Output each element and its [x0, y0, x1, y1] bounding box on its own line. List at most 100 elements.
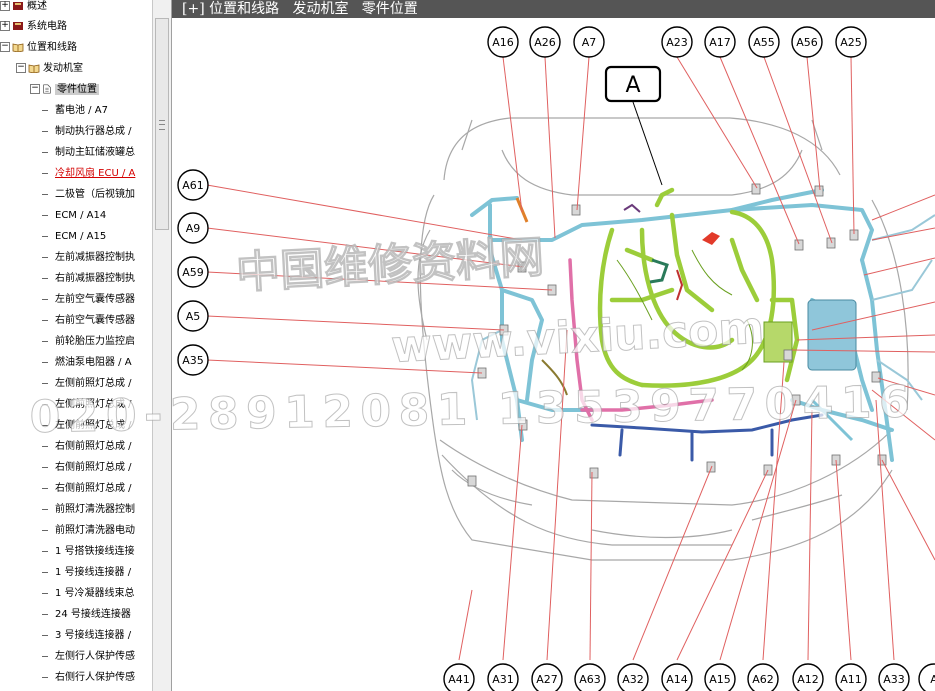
callout-label[interactable]: A7 [573, 26, 605, 58]
tree-item-part-locations[interactable]: − 零件位置 [30, 80, 99, 100]
tree-connector [42, 130, 48, 132]
tree-leaf-item[interactable]: 前轮胎压力监控启 [42, 332, 135, 352]
callout-label[interactable]: A56 [791, 26, 823, 58]
tree-leaf-item[interactable]: 1 号接线连接器 / [42, 563, 131, 583]
tree-leaf-item[interactable]: 左侧前照灯总成 / [42, 374, 132, 394]
callout-text: A31 [492, 673, 514, 686]
tree-leaf-label: 左前减振器控制执 [55, 252, 135, 263]
callout-label[interactable]: A5 [177, 300, 209, 332]
tree-leaf-item[interactable]: 右前空气囊传感器 [42, 311, 135, 331]
callout-label[interactable]: A55 [748, 26, 780, 58]
callout-label[interactable]: A9 [177, 212, 209, 244]
callout-label[interactable]: A17 [704, 26, 736, 58]
tree-leaf-label: 右侧前照灯总成 / [55, 462, 132, 473]
tree-leaf-item[interactable]: 左侧前照灯总成 / [42, 416, 132, 436]
tree-leaf-item[interactable]: 左前空气囊传感器 [42, 290, 135, 310]
callout-label[interactable]: A12 [792, 663, 824, 691]
callout-label[interactable]: A61 [177, 169, 209, 201]
callout-label[interactable]: A14 [661, 663, 693, 691]
tree-leaf-item[interactable]: 3 号接线连接器 / [42, 626, 131, 646]
tree-leaf-item[interactable]: ECM / A15 [42, 227, 106, 247]
tree-connector [42, 298, 48, 300]
tree-leaf-item[interactable]: 右前减振器控制执 [42, 269, 135, 289]
tree-leaf-item[interactable]: 右侧前照灯总成 / [42, 479, 132, 499]
tree-leaf-label: 1 号冷凝器线束总 [55, 588, 135, 599]
tree-connector [42, 382, 48, 384]
tree-leaf-item[interactable]: 24 号接线连接器 [42, 605, 131, 625]
callout-text: A33 [883, 673, 905, 686]
tree-label: 概述 [27, 1, 47, 12]
tree-leaf-item[interactable]: 右侧前照灯总成 / [42, 458, 132, 478]
callout-label[interactable]: A15 [704, 663, 736, 691]
tree-connector [42, 403, 48, 405]
callout-label[interactable]: A16 [487, 26, 519, 58]
tree-leaf-label: 左侧前照灯总成 / [55, 399, 132, 410]
callout-label[interactable]: A27 [531, 663, 563, 691]
tree-leaf-item[interactable]: 左侧前照灯总成 / [42, 395, 132, 415]
tree-connector [42, 109, 48, 111]
tree-item-engine-room[interactable]: − 发动机室 [16, 59, 83, 79]
tree-leaf-item[interactable]: 制动执行器总成 / [42, 122, 132, 142]
callout-text: A59 [182, 266, 204, 279]
callout-text: A27 [536, 673, 558, 686]
tree-leaf-item[interactable]: ECM / A14 [42, 206, 106, 226]
callout-text: A25 [840, 36, 862, 49]
tree-scrollbar[interactable] [152, 0, 172, 691]
callout-text: A26 [534, 36, 556, 49]
callout-label[interactable]: A62 [747, 663, 779, 691]
tree-connector [42, 277, 48, 279]
tree-leaf-label: 3 号接线连接器 / [55, 630, 132, 641]
tree-leaf-item[interactable]: 左前减振器控制执 [42, 248, 135, 268]
callout-label[interactable]: A63 [574, 663, 606, 691]
callout-label[interactable]: A23 [661, 26, 693, 58]
tree-leaf-item[interactable]: 冷却风扇 ECU / A [42, 164, 135, 184]
tree-leaf-item[interactable]: 1 号冷凝器线束总 [42, 584, 135, 604]
tree-leaf-item[interactable]: 二极管（后视镜加 [42, 185, 135, 205]
tree-leaf-item[interactable]: 前照灯清洗器电动 [42, 521, 135, 541]
callout-label[interactable]: A11 [835, 663, 867, 691]
callout-label[interactable]: A59 [177, 256, 209, 288]
callout-label[interactable]: A32 [617, 663, 649, 691]
callout-text: A17 [709, 36, 731, 49]
tree-leaf-item[interactable]: 1 号搭铁接线连接 [42, 542, 135, 562]
tree-leaf-label: 24 号接线连接器 [55, 609, 131, 620]
tree-leaf-label: 燃油泵电阻器 / A [55, 357, 132, 368]
closed-book-icon [13, 2, 23, 10]
scrollbar-thumb[interactable] [155, 18, 169, 230]
collapse-icon[interactable]: − [16, 63, 26, 73]
tree-connector [42, 151, 48, 153]
callout-text: A55 [753, 36, 775, 49]
callout-label[interactable]: A33 [878, 663, 910, 691]
expand-icon[interactable]: + [0, 21, 10, 31]
tree-leaf-label: 右侧行人保护传感 [55, 672, 135, 683]
engine-room-diagram: A A16 A26 A7 A23 A17 A55 A56 A25 A61A9A59A5A35 … [177, 26, 935, 691]
tree-item-location-routing[interactable]: − 位置和线路 [0, 38, 77, 58]
collapse-icon[interactable]: − [30, 84, 40, 94]
callout-label[interactable]: A26 [529, 26, 561, 58]
tree-leaf-item[interactable]: 燃油泵电阻器 / A [42, 353, 132, 373]
callout-label[interactable]: A35 [177, 344, 209, 376]
callout-label[interactable]: A25 [835, 26, 867, 58]
tree-item-overview[interactable]: + 概述 [0, 0, 47, 17]
callout-label[interactable]: A [918, 663, 935, 691]
tree-leaf-label: 二极管（后视镜加 [55, 189, 135, 200]
callout-label[interactable]: A41 [443, 663, 475, 691]
tree-connector [42, 445, 48, 447]
tree-connector [42, 529, 48, 531]
tree-connector [42, 214, 48, 216]
tree-leaf-label: ECM / A14 [55, 210, 107, 221]
tree-leaf-label: 左侧前照灯总成 / [55, 378, 132, 389]
tree-leaf-item[interactable]: 蓄电池 / A7 [42, 101, 108, 121]
tree-leaf-item[interactable]: 右侧行人保护传感 [42, 668, 135, 688]
diagram-pane: [+] 位置和线路 发动机室 零件位置 A A16 A26 A7 A23 A17… [172, 0, 935, 691]
tree-item-system-circuits[interactable]: + 系统电路 [0, 17, 67, 37]
tree-connector [42, 592, 48, 594]
expand-icon[interactable]: + [0, 1, 10, 11]
callout-label[interactable]: A31 [487, 663, 519, 691]
collapse-icon[interactable]: − [0, 42, 10, 52]
tree-leaf-item[interactable]: 左侧行人保护传感 [42, 647, 135, 667]
tree-leaf-item[interactable]: 右侧前照灯总成 / [42, 437, 132, 457]
tree-leaf-item[interactable]: 前照灯清洗器控制 [42, 500, 135, 520]
tree-leaf-item[interactable]: 制动主缸储液罐总 [42, 143, 135, 163]
tree-leaf-label: 1 号接线连接器 / [55, 567, 132, 578]
